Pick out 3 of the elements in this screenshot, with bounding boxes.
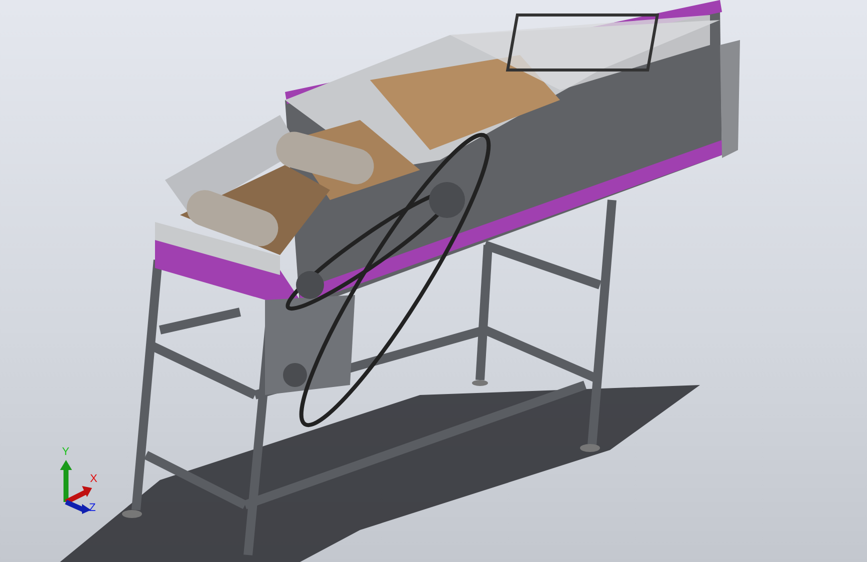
- axis-label: X: [90, 474, 98, 485]
- axis-label: Z: [89, 503, 96, 514]
- axis-label: Y: [62, 447, 70, 458]
